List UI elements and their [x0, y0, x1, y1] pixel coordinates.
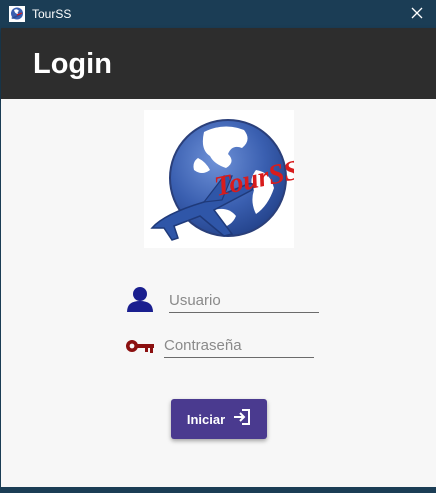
username-input[interactable] [169, 292, 319, 313]
window-title: TourSS [32, 7, 72, 21]
username-row [125, 285, 319, 313]
close-icon [411, 6, 423, 24]
page-title: Login [33, 48, 112, 80]
window-bottom-border [1, 487, 436, 492]
login-button[interactable]: Iniciar [171, 399, 267, 439]
login-button-label: Iniciar [186, 411, 226, 427]
header-bar: Login [1, 28, 436, 99]
login-window: TourSS Login TourSS Usuario Iniciar [0, 0, 436, 493]
password-row [125, 336, 314, 358]
title-bar[interactable]: TourSS [1, 1, 436, 28]
login-content: TourSS Usuario Iniciar [1, 99, 436, 489]
user-icon [125, 285, 155, 313]
key-icon [125, 336, 155, 358]
password-input[interactable] [164, 337, 314, 358]
tourss-logo: TourSS [144, 110, 302, 248]
globe-plane-icon [9, 6, 25, 22]
login-arrow-icon [233, 408, 251, 431]
close-button[interactable] [397, 1, 436, 28]
